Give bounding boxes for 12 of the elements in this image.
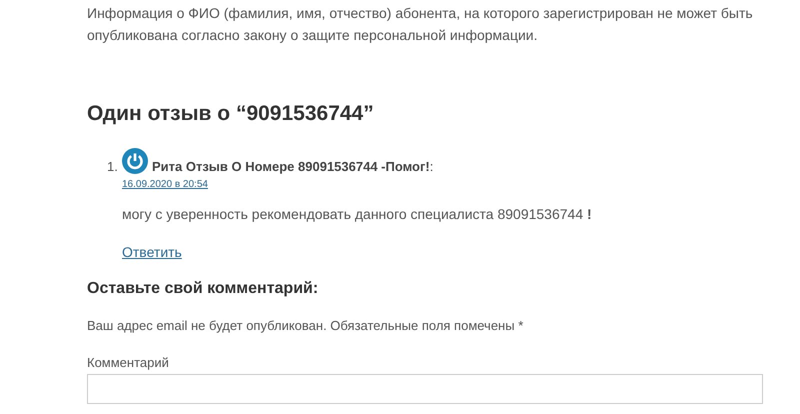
comment-input-field[interactable] bbox=[87, 374, 763, 404]
info-paragraph: Информация о ФИО (фамилия, имя, отчество) абонента, на которого зарегистрирован не может быть опубликована согласно закону о защите персональной информации. bbox=[87, 4, 754, 45]
form-note: Ваш адрес email не будет опубликован. Обязательные поля помечены * bbox=[87, 318, 524, 333]
comment-label: Комментарий bbox=[87, 355, 170, 370]
comment-author: Рита Отзыв О Номере 89091536744 -Помог!: bbox=[152, 159, 434, 174]
reply-link[interactable]: Ответить bbox=[122, 244, 182, 260]
list-number: 1. bbox=[107, 158, 119, 176]
comments-heading: Один отзыв о “9091536744” bbox=[87, 102, 375, 126]
power-icon bbox=[122, 148, 148, 174]
form-heading: Оставьте свой комментарий: bbox=[87, 280, 320, 298]
comment-date-link[interactable]: 16.09.2020 в 20:54 bbox=[122, 179, 208, 190]
comment-text: могу с уверенность рекомендовать данного специалиста 89091536744 ! bbox=[122, 206, 592, 222]
